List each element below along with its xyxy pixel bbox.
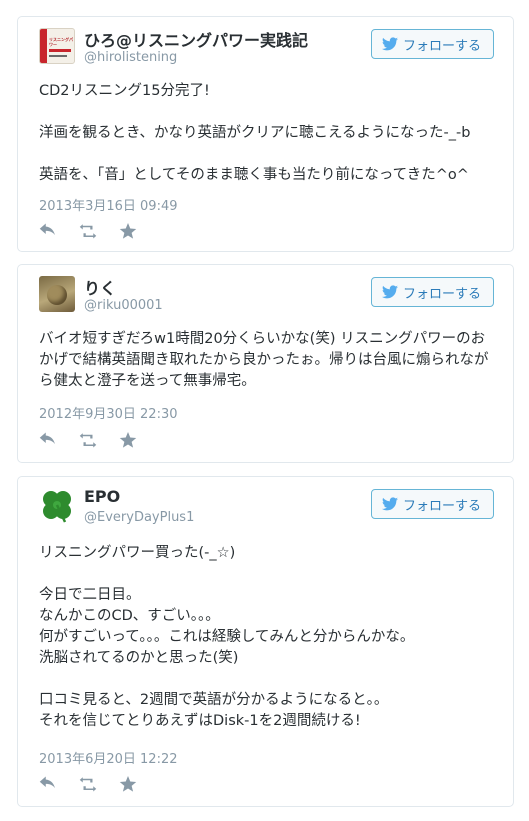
retweet-icon[interactable] <box>79 223 97 239</box>
favorite-star-icon[interactable] <box>119 223 137 239</box>
tweet-text: バイオ短すぎだろw1時間20分くらいかな(笑) リスニングパワーのおかげで結構英… <box>39 331 489 389</box>
tweet-text: リスニングパワー買った(-_☆) 今日で二日目。 なんかこのCD、すごい。。。 … <box>39 545 415 729</box>
retweet-icon[interactable] <box>79 776 97 792</box>
tweet-card: EPO @EveryDayPlus1 フォローする リスニングパワー買った(-_… <box>17 476 514 807</box>
reply-icon[interactable] <box>39 776 57 792</box>
follow-button[interactable]: フォローする <box>370 277 494 307</box>
follow-button-label: フォローする <box>402 286 481 302</box>
tweet-timestamp[interactable]: 2012年9月30日 22:30 <box>39 403 178 422</box>
twitter-bird-icon <box>381 37 398 51</box>
follow-button-label: フォローする <box>402 38 481 54</box>
tweet-timestamp[interactable]: 2013年3月16日 09:49 <box>39 195 178 214</box>
favorite-star-icon[interactable] <box>119 776 137 792</box>
display-name[interactable]: りく <box>84 275 116 299</box>
user-handle[interactable]: @EveryDayPlus1 <box>84 510 194 525</box>
four-leaf-clover-icon <box>43 491 71 523</box>
follow-button-label: フォローする <box>402 498 481 514</box>
reply-icon[interactable] <box>39 223 57 239</box>
user-handle[interactable]: @hirolistening <box>84 50 177 65</box>
twitter-bird-icon <box>381 285 398 299</box>
retweet-icon[interactable] <box>79 432 97 448</box>
reply-icon[interactable] <box>39 432 57 448</box>
tweet-text: CD2リスニング15分完了! 洋画を観るとき、かなり英語がクリアに聴こえるように… <box>39 83 471 183</box>
tweet-timestamp[interactable]: 2013年6月20日 12:22 <box>39 748 178 767</box>
favorite-star-icon[interactable] <box>119 432 137 448</box>
avatar-logo-text: リスニングパワー <box>49 37 73 47</box>
follow-button[interactable]: フォローする <box>370 29 494 59</box>
tweet-actions <box>39 432 137 448</box>
twitter-bird-icon <box>381 497 398 511</box>
clover-avatar[interactable] <box>39 488 75 524</box>
tweet-card: リスニングパワー ひろ@リスニングパワー実践記 @hirolistening フ… <box>17 16 514 252</box>
display-name[interactable]: ひろ@リスニングパワー実践記 <box>84 27 308 51</box>
display-name[interactable]: EPO <box>84 487 120 506</box>
tweet-actions <box>39 776 137 792</box>
user-handle[interactable]: @riku00001 <box>84 298 163 313</box>
avatar[interactable] <box>39 276 75 312</box>
follow-button[interactable]: フォローする <box>370 489 494 519</box>
avatar[interactable]: リスニングパワー <box>39 28 75 64</box>
tweet-card: りく @riku00001 フォローする バイオ短すぎだろw1時間20分くらいか… <box>17 264 514 463</box>
tweet-actions <box>39 223 137 239</box>
